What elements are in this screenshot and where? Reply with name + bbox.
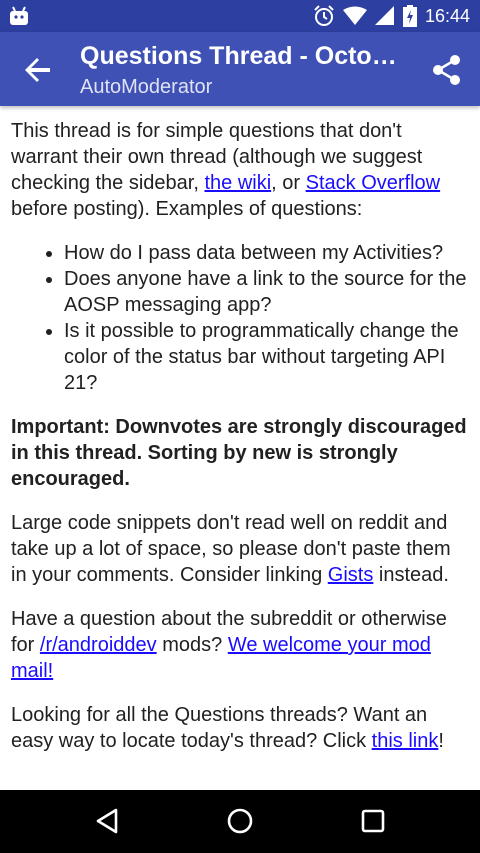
list-item: Is it possible to programmatically chang… xyxy=(64,318,471,396)
navigation-bar xyxy=(0,790,480,853)
intro-text-3: before posting). Examples of questions: xyxy=(11,198,363,220)
list-item: Does anyone have a link to the source fo… xyxy=(64,266,471,318)
share-icon[interactable] xyxy=(432,54,462,86)
gists-link[interactable]: Gists xyxy=(328,564,374,586)
back-arrow-icon[interactable] xyxy=(22,54,54,86)
status-bar: 16:44 xyxy=(0,0,480,32)
this-link[interactable]: this link xyxy=(372,730,439,752)
examples-list: How do I pass data between my Activities… xyxy=(11,240,471,396)
code-text-2: instead. xyxy=(373,564,449,586)
list-item: How do I pass data between my Activities… xyxy=(64,240,471,266)
nav-back-icon[interactable] xyxy=(92,806,122,836)
page-subtitle: AutoModerator xyxy=(80,76,213,98)
intro-paragraph: This thread is for simple questions that… xyxy=(11,118,471,222)
stack-overflow-link[interactable]: Stack Overflow xyxy=(306,172,440,194)
alarm-icon xyxy=(314,5,334,26)
mods-paragraph: Have a question about the subreddit or o… xyxy=(11,606,471,684)
important-text: Important: Downvotes are strongly discou… xyxy=(11,416,467,490)
mods-text-2: mods? xyxy=(156,634,228,656)
signal-icon xyxy=(374,6,394,25)
threads-paragraph: Looking for all the Questions threads? W… xyxy=(11,702,471,754)
code-snippets-paragraph: Large code snippets don't read well on r… xyxy=(11,510,471,588)
wiki-link[interactable]: the wiki xyxy=(204,172,271,194)
intro-text-2: , or xyxy=(271,172,306,194)
wifi-icon xyxy=(342,6,367,25)
subreddit-link[interactable]: /r/androiddev xyxy=(40,634,157,656)
threads-text-2: ! xyxy=(438,730,444,752)
app-bar: Questions Thread - October 06, 2015 Auto… xyxy=(0,32,480,106)
threads-text: Looking for all the Questions threads? W… xyxy=(11,704,428,752)
nav-home-icon[interactable] xyxy=(225,806,255,836)
status-time: 16:44 xyxy=(424,5,470,26)
battery-icon xyxy=(402,5,417,27)
post-body: This thread is for simple questions that… xyxy=(11,106,471,790)
android-icon xyxy=(10,6,28,25)
nav-recents-icon[interactable] xyxy=(358,806,388,836)
important-paragraph: Important: Downvotes are strongly discou… xyxy=(11,414,471,492)
page-title: Questions Thread - October 06, 2015 xyxy=(80,42,410,70)
